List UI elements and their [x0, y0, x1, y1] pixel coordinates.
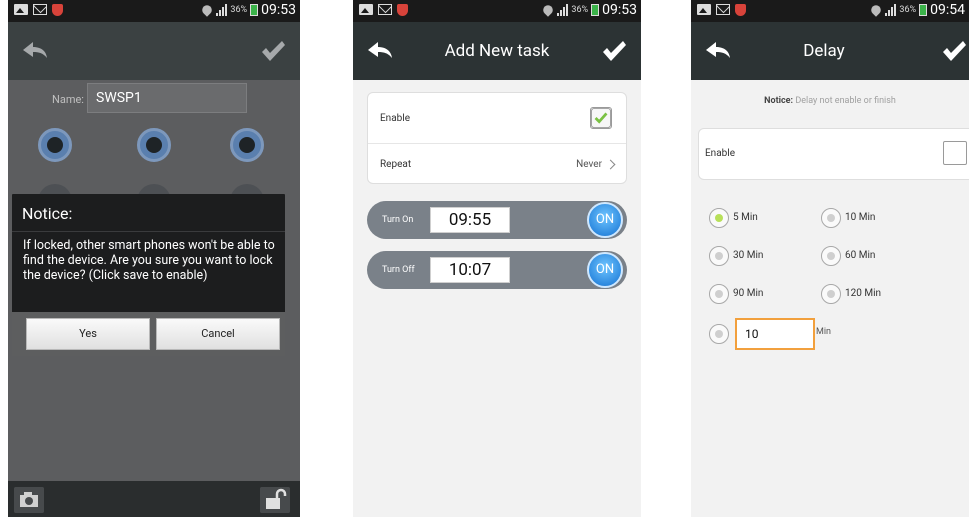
- shield-icon: [735, 4, 746, 16]
- radio-label: 10 Min: [845, 212, 876, 223]
- enable-label: Enable: [705, 148, 735, 159]
- battery-percent: 36%: [230, 5, 248, 15]
- status-bar: 36% 09:53: [353, 0, 641, 22]
- enable-label: Enable: [380, 113, 410, 124]
- enable-row[interactable]: Enable: [368, 97, 626, 141]
- status-bar: 36% 09:54: [691, 0, 969, 22]
- battery-percent: 36%: [571, 5, 589, 15]
- phone-screen-delay: 36% 09:54 Delay Notice: Delay not enable…: [691, 0, 969, 517]
- shield-icon: [52, 4, 63, 16]
- name-row: Name: SWSP1: [8, 83, 300, 113]
- repeat-label: Repeat: [380, 159, 412, 170]
- dialog-title: Notice:: [22, 204, 73, 223]
- chevron-right-icon: [605, 159, 616, 170]
- enable-card[interactable]: Enable: [698, 128, 969, 180]
- phone-screen-add-task: 36% 09:53 Add New task Enable Repeat Nev…: [353, 0, 641, 517]
- status-time: 09:53: [602, 2, 637, 18]
- app-header: Add New task: [353, 22, 641, 80]
- back-arrow-icon[interactable]: [22, 40, 48, 62]
- turn-off-label: Turn Off: [382, 265, 415, 275]
- notice-label: Notice:: [764, 96, 794, 106]
- shield-icon: [397, 4, 408, 16]
- bulb-icon[interactable]: [230, 128, 264, 162]
- mail-icon: [33, 4, 47, 15]
- page-title: Add New task: [444, 41, 550, 61]
- wifi-icon: [870, 4, 882, 16]
- battery-icon: [591, 4, 600, 16]
- battery-icon: [250, 4, 259, 16]
- turn-off-time-input[interactable]: 10:07: [430, 257, 510, 283]
- enable-checkbox[interactable]: [943, 141, 967, 165]
- turn-on-time-input[interactable]: 09:55: [430, 207, 510, 233]
- dialog-message: If locked, other smart phones won't be a…: [23, 238, 275, 283]
- gallery-icon: [697, 4, 711, 15]
- radio-label: 120 Min: [845, 288, 882, 299]
- yes-button[interactable]: Yes: [26, 318, 150, 350]
- radio-90-min[interactable]: [709, 284, 729, 304]
- repeat-row[interactable]: Repeat Never: [368, 143, 626, 187]
- wifi-icon: [542, 4, 554, 16]
- phone-screen-lock-notice: 36% 09:53 Name: SWSP1 Notice: If locked,…: [8, 0, 300, 517]
- notice-text: Delay not enable or finish: [795, 96, 896, 106]
- custom-unit-label: Min: [816, 327, 832, 337]
- checkmark-icon[interactable]: [941, 39, 967, 63]
- unlock-icon[interactable]: [260, 487, 290, 513]
- bottom-bar: [8, 481, 300, 517]
- signal-icon: [216, 4, 228, 16]
- plug-icon[interactable]: [38, 128, 72, 162]
- status-time: 09:53: [261, 2, 296, 18]
- cancel-button[interactable]: Cancel: [156, 318, 280, 350]
- enable-checkbox[interactable]: [590, 107, 612, 129]
- radio-custom[interactable]: [709, 324, 729, 344]
- notice-line: Notice: Delay not enable or finish: [691, 96, 969, 106]
- radio-120-min[interactable]: [821, 284, 841, 304]
- wifi-icon: [201, 4, 213, 16]
- signal-icon: [557, 4, 569, 16]
- battery-icon: [919, 4, 928, 16]
- turn-on-row: Turn On 09:55 ON: [367, 201, 627, 239]
- settings-card: Enable Repeat Never: [367, 92, 627, 184]
- divider: [12, 231, 285, 232]
- notice-dialog: Notice: If locked, other smart phones wo…: [12, 194, 285, 356]
- checkmark-icon[interactable]: [260, 39, 286, 63]
- radio-label: 90 Min: [733, 288, 764, 299]
- dialog-button-bar: Yes Cancel: [12, 312, 285, 356]
- custom-minutes-input[interactable]: 10: [735, 318, 815, 350]
- radio-label: 60 Min: [845, 250, 876, 261]
- turn-on-toggle[interactable]: ON: [587, 202, 623, 238]
- turn-off-toggle[interactable]: ON: [587, 252, 623, 288]
- name-input[interactable]: SWSP1: [87, 83, 247, 113]
- turn-off-row: Turn Off 10:07 ON: [367, 251, 627, 289]
- mail-icon: [716, 4, 730, 15]
- radio-5-min[interactable]: [709, 208, 729, 228]
- page-title: Delay: [803, 41, 845, 61]
- checkmark-icon[interactable]: [601, 39, 627, 63]
- mail-icon: [378, 4, 392, 15]
- repeat-value: Never: [576, 159, 602, 170]
- radio-30-min[interactable]: [709, 246, 729, 266]
- app-header: Delay: [691, 22, 969, 80]
- status-bar: 36% 09:53: [8, 0, 300, 22]
- turn-on-label: Turn On: [382, 215, 414, 225]
- radio-10-min[interactable]: [821, 208, 841, 228]
- radio-60-min[interactable]: [821, 246, 841, 266]
- gallery-icon: [359, 4, 373, 15]
- radio-label: 5 Min: [733, 212, 758, 223]
- battery-percent: 36%: [899, 5, 917, 15]
- signal-icon: [885, 4, 897, 16]
- camera-icon[interactable]: [14, 487, 44, 513]
- status-time: 09:54: [930, 2, 965, 18]
- gallery-icon: [14, 4, 28, 15]
- name-label: Name:: [52, 93, 84, 106]
- app-header: [8, 22, 300, 80]
- fan-icon[interactable]: [137, 128, 171, 162]
- radio-label: 30 Min: [733, 250, 764, 261]
